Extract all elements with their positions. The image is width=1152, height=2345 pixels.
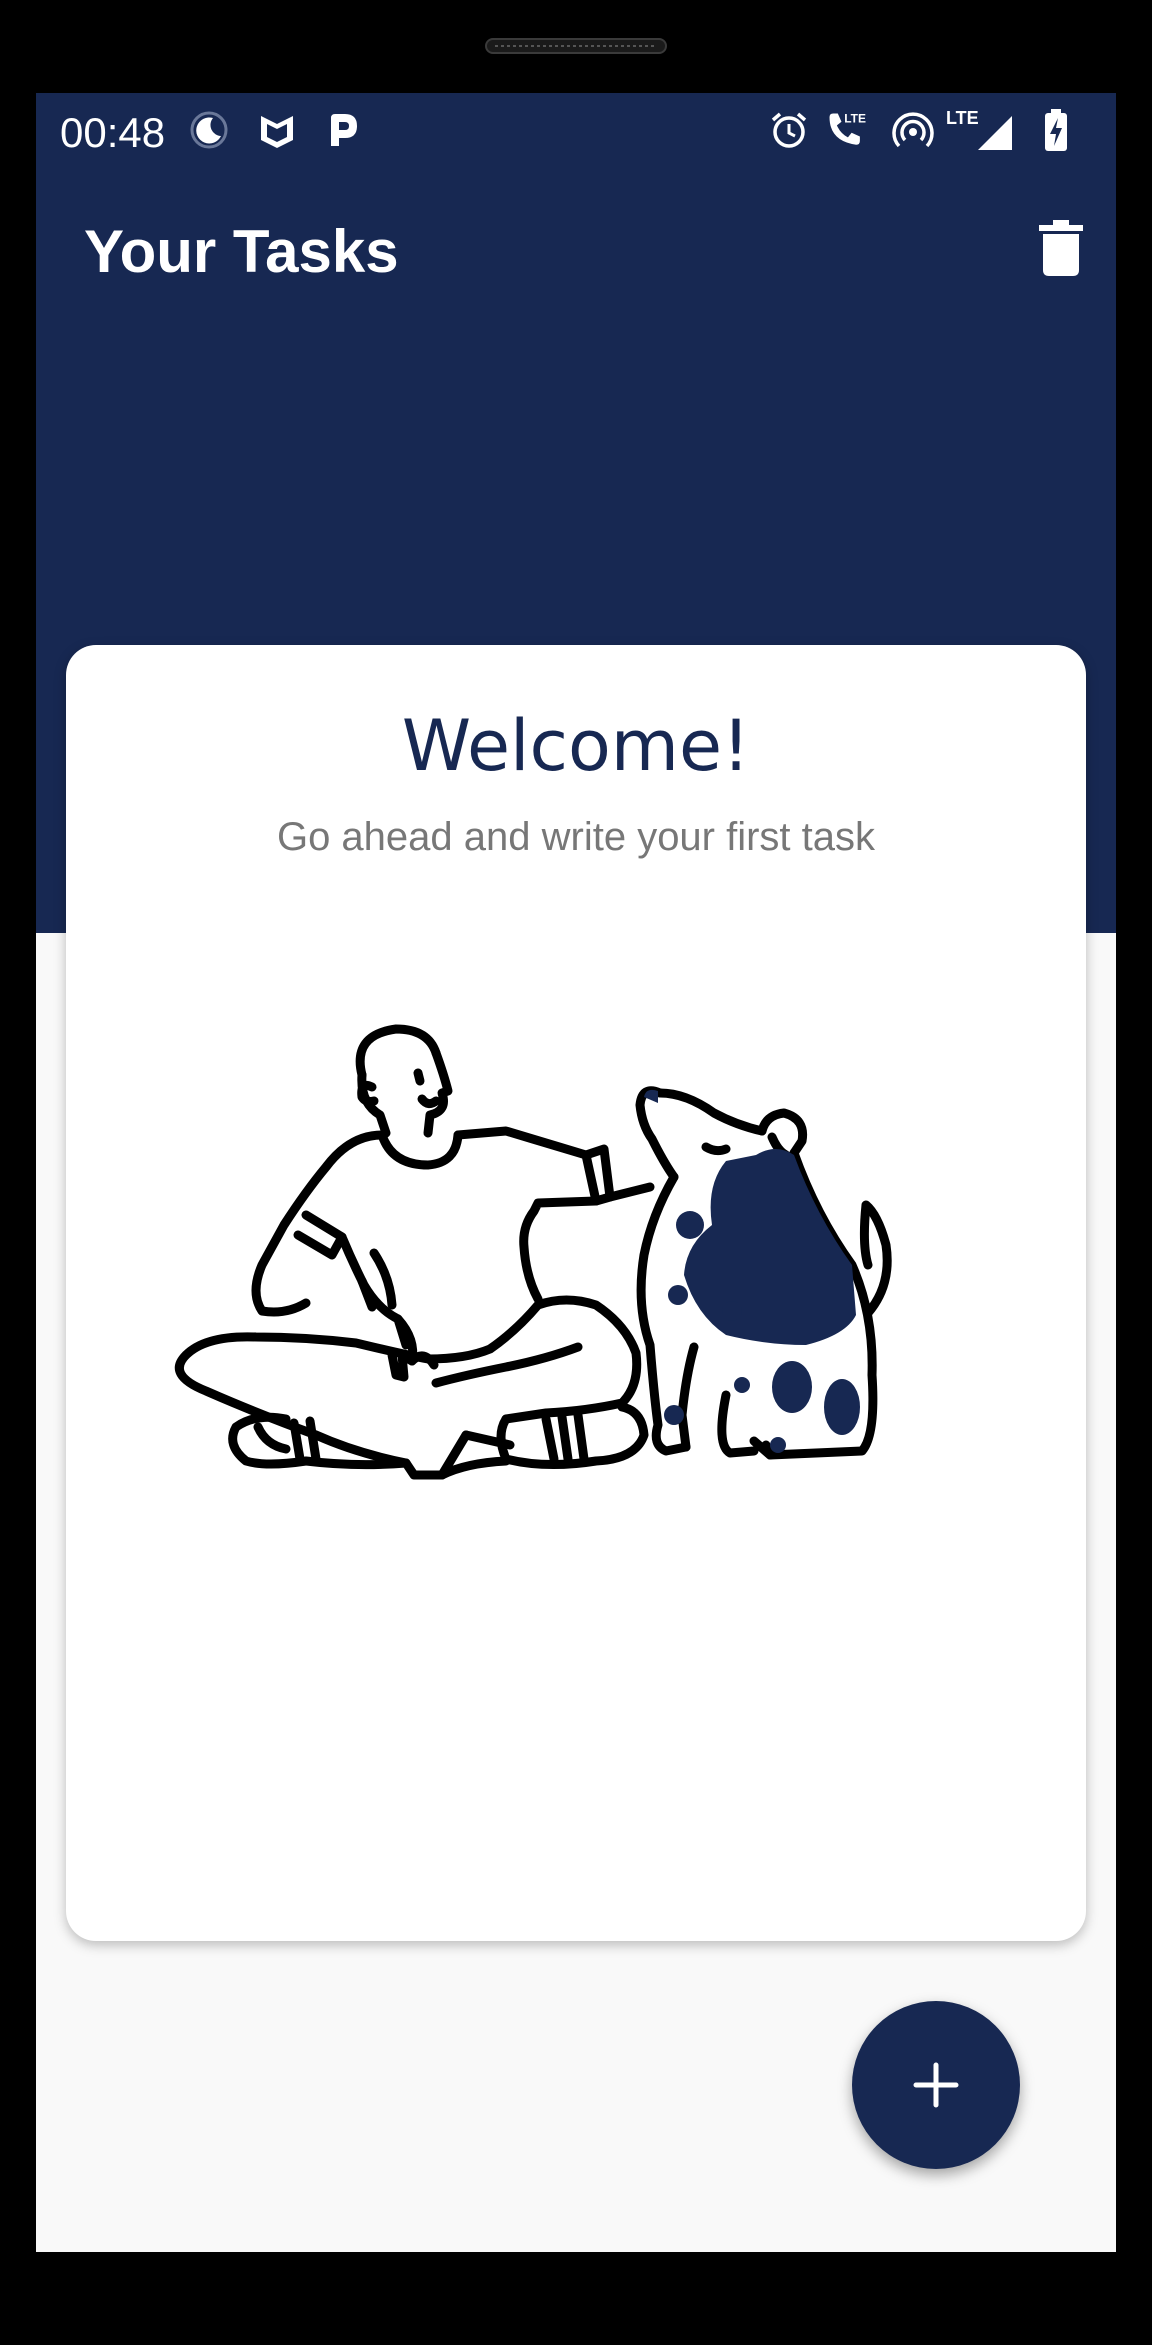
volte-call-icon: LTE bbox=[824, 107, 870, 153]
screen: 00:48 LTE LTE Your Tasks Welcome! Go ahe… bbox=[36, 93, 1116, 2252]
welcome-card: Welcome! Go ahead and write your first t… bbox=[66, 645, 1086, 1941]
plus-icon bbox=[913, 2062, 959, 2108]
page-title: Your Tasks bbox=[84, 218, 399, 285]
parking-icon bbox=[320, 107, 366, 153]
lte-signal-icon: LTE bbox=[946, 107, 1016, 153]
app-bar: Your Tasks bbox=[36, 173, 1116, 333]
alarm-icon bbox=[766, 107, 812, 153]
mcafee-icon bbox=[254, 107, 300, 153]
svg-text:LTE: LTE bbox=[946, 108, 979, 128]
hotspot-icon bbox=[890, 107, 936, 153]
night-mode-icon bbox=[186, 107, 232, 153]
battery-charging-icon bbox=[1036, 107, 1076, 153]
status-time: 00:48 bbox=[60, 109, 166, 156]
phone-frame: 00:48 LTE LTE Your Tasks Welcome! Go ahe… bbox=[0, 0, 1152, 2345]
status-bar: 00:48 LTE LTE bbox=[36, 93, 1116, 173]
add-task-button[interactable] bbox=[852, 2001, 1020, 2169]
man-with-dog-illustration bbox=[174, 1024, 892, 1480]
delete-all-button[interactable] bbox=[1016, 203, 1106, 293]
welcome-title: Welcome! bbox=[401, 705, 751, 787]
svg-text:LTE: LTE bbox=[844, 112, 866, 126]
trash-icon bbox=[1039, 220, 1083, 276]
earpiece-speaker bbox=[485, 38, 667, 54]
welcome-subtitle: Go ahead and write your first task bbox=[276, 815, 876, 859]
